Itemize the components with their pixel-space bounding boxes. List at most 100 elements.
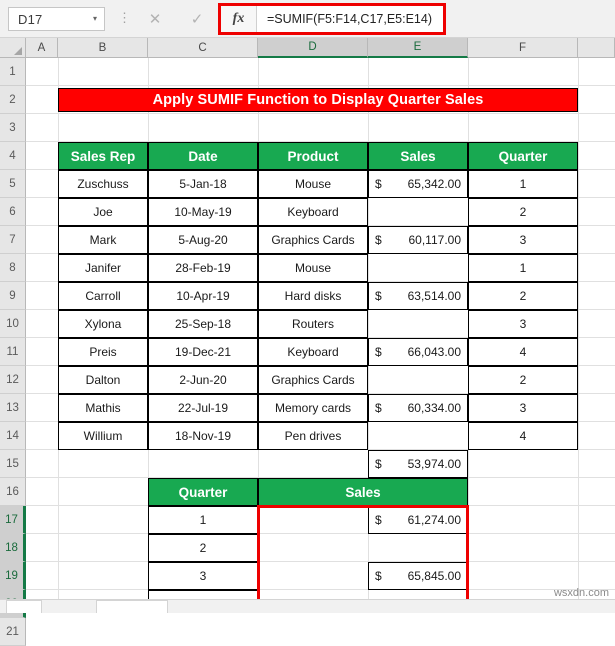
sheet-nav-stub[interactable] — [6, 600, 42, 613]
cell-product[interactable]: Mouse — [258, 170, 368, 198]
row-header-1[interactable]: 1 — [0, 58, 26, 86]
amount-value: 60,334.00 — [408, 401, 461, 415]
cell-date[interactable]: 5-Aug-20 — [148, 226, 258, 254]
cell-sales-rep[interactable]: Mark — [58, 226, 148, 254]
cell-quarter[interactable]: 2 — [468, 282, 578, 310]
row-header-14[interactable]: 14 — [0, 422, 26, 450]
row-header-16[interactable]: 16 — [0, 478, 26, 506]
cell-date[interactable]: 10-Apr-19 — [148, 282, 258, 310]
cell-sales-rep[interactable]: Carroll — [58, 282, 148, 310]
cell-product[interactable]: Memory cards — [258, 394, 368, 422]
chevron-down-icon[interactable]: ▾ — [86, 8, 104, 30]
column-header-f[interactable]: F — [468, 38, 578, 58]
cell-sales[interactable]: $61,274.00 — [368, 506, 468, 534]
formula-action-icons: ✕ ✓ — [134, 6, 218, 32]
cell-quarter[interactable]: 1 — [468, 254, 578, 282]
summary-cell-quarter[interactable]: 3 — [148, 562, 258, 590]
column-header-g[interactable] — [578, 38, 615, 58]
name-box[interactable]: D17 ▾ — [8, 7, 105, 31]
gridline-horizontal — [26, 113, 615, 114]
cell-quarter[interactable]: 3 — [468, 310, 578, 338]
cell-product[interactable]: Hard disks — [258, 282, 368, 310]
row-header-11[interactable]: 11 — [0, 338, 26, 366]
cell-product[interactable]: Pen drives — [258, 422, 368, 450]
sheet-canvas[interactable]: Apply SUMIF Function to Display Quarter … — [26, 58, 615, 613]
cell-quarter[interactable]: 2 — [468, 366, 578, 394]
confirm-icon[interactable]: ✓ — [176, 6, 218, 32]
cell-product[interactable]: Keyboard — [258, 338, 368, 366]
row-header-21[interactable]: 21 — [0, 618, 26, 646]
cell-sales-rep[interactable]: Joe — [58, 198, 148, 226]
row-header-7[interactable]: 7 — [0, 226, 26, 254]
cell-quarter[interactable]: 2 — [468, 198, 578, 226]
cell-product[interactable]: Keyboard — [258, 198, 368, 226]
cell-quarter[interactable]: 3 — [468, 226, 578, 254]
amount-value: 66,043.00 — [408, 345, 461, 359]
cell-date[interactable]: 2-Jun-20 — [148, 366, 258, 394]
cell-sales-rep[interactable]: Willium — [58, 422, 148, 450]
cell-date[interactable]: 25-Sep-18 — [148, 310, 258, 338]
main-table-header-3: Sales — [368, 142, 468, 170]
cell-product[interactable]: Graphics Cards — [258, 226, 368, 254]
row-header-15[interactable]: 15 — [0, 450, 26, 478]
summary-header-sales: Sales — [258, 478, 468, 506]
column-header-c[interactable]: C — [148, 38, 258, 58]
amount-value: 60,117.00 — [409, 233, 462, 247]
cell-sales[interactable]: $66,043.00 — [368, 338, 468, 366]
cell-sales[interactable]: $65,342.00 — [368, 170, 468, 198]
cell-product[interactable]: Graphics Cards — [258, 366, 368, 394]
row-header-12[interactable]: 12 — [0, 366, 26, 394]
formula-input[interactable]: =SUMIF(F5:F14,C17,E5:E14) — [257, 12, 443, 26]
select-all-corner[interactable] — [0, 38, 26, 58]
cell-sales-rep[interactable]: Xylona — [58, 310, 148, 338]
cell-sales[interactable]: $60,117.00 — [368, 226, 468, 254]
cell-sales[interactable]: $60,334.00 — [368, 394, 468, 422]
column-header-a[interactable]: A — [26, 38, 58, 58]
row-header-3[interactable]: 3 — [0, 114, 26, 142]
cell-date[interactable]: 5-Jan-18 — [148, 170, 258, 198]
cell-sales[interactable]: $65,845.00 — [368, 562, 468, 590]
summary-cell-quarter[interactable]: 1 — [148, 506, 258, 534]
row-header-5[interactable]: 5 — [0, 170, 26, 198]
cell-sales-rep[interactable]: Janifer — [58, 254, 148, 282]
cell-quarter[interactable]: 4 — [468, 422, 578, 450]
cell-quarter[interactable]: 1 — [468, 170, 578, 198]
row-header-13[interactable]: 13 — [0, 394, 26, 422]
summary-cell-quarter[interactable]: 2 — [148, 534, 258, 562]
row-header-8[interactable]: 8 — [0, 254, 26, 282]
amount-value: 53,974.00 — [408, 457, 461, 471]
currency-symbol: $ — [375, 177, 382, 191]
cell-quarter[interactable]: 3 — [468, 394, 578, 422]
cell-product[interactable]: Routers — [258, 310, 368, 338]
row-header-10[interactable]: 10 — [0, 310, 26, 338]
row-header-9[interactable]: 9 — [0, 282, 26, 310]
row-header-2[interactable]: 2 — [0, 86, 26, 114]
column-header-e[interactable]: E — [368, 38, 468, 58]
cell-sales-rep[interactable]: Zuschuss — [58, 170, 148, 198]
cell-date[interactable]: 22-Jul-19 — [148, 394, 258, 422]
cell-date[interactable]: 28-Feb-19 — [148, 254, 258, 282]
cell-date[interactable]: 10-May-19 — [148, 198, 258, 226]
cell-sales-rep[interactable]: Preis — [58, 338, 148, 366]
cell-product[interactable]: Mouse — [258, 254, 368, 282]
cancel-icon[interactable]: ✕ — [134, 6, 176, 32]
cell-quarter[interactable]: 4 — [468, 338, 578, 366]
sheet-tab-strip — [0, 599, 615, 613]
cell-date[interactable]: 19-Dec-21 — [148, 338, 258, 366]
main-table-header-0: Sales Rep — [58, 142, 148, 170]
currency-symbol: $ — [375, 233, 382, 247]
cell-date[interactable]: 18-Nov-19 — [148, 422, 258, 450]
row-header-17[interactable]: 17 — [0, 506, 26, 534]
insert-function-icon[interactable]: fx — [221, 6, 257, 32]
row-header-6[interactable]: 6 — [0, 198, 26, 226]
column-header-d[interactable]: D — [258, 38, 368, 58]
cell-sales[interactable]: $53,974.00 — [368, 450, 468, 478]
row-header-19[interactable]: 19 — [0, 562, 26, 590]
column-header-b[interactable]: B — [58, 38, 148, 58]
cell-sales-rep[interactable]: Mathis — [58, 394, 148, 422]
row-header-18[interactable]: 18 — [0, 534, 26, 562]
sheet-tab-stub[interactable] — [96, 600, 168, 613]
row-header-4[interactable]: 4 — [0, 142, 26, 170]
cell-sales[interactable]: $63,514.00 — [368, 282, 468, 310]
cell-sales-rep[interactable]: Dalton — [58, 366, 148, 394]
